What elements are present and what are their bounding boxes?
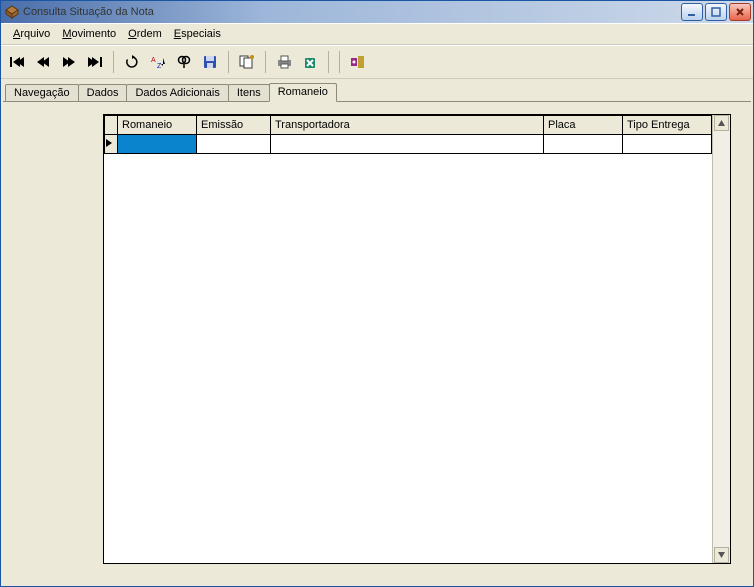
nav-first-button[interactable] [5, 50, 29, 74]
menubar: Arquivo Movimento Ordem Especiais [1, 23, 753, 45]
menu-especiais[interactable]: Especiais [168, 27, 227, 41]
cell-tipo-entrega[interactable] [623, 135, 712, 154]
scroll-up-icon[interactable] [714, 115, 729, 131]
menu-movimento-rest: ovimento [71, 28, 116, 40]
grid-row[interactable] [105, 135, 712, 154]
col-transportadora[interactable]: Transportadora [271, 116, 544, 135]
titlebar: Consulta Situação da Nota [1, 1, 753, 23]
col-placa[interactable]: Placa [544, 116, 623, 135]
nav-last-button[interactable] [83, 50, 107, 74]
toolbar: AZ [1, 45, 753, 79]
col-emissao[interactable]: Emissão [197, 116, 271, 135]
find-button[interactable] [172, 50, 196, 74]
toolbar-separator [113, 51, 114, 73]
close-button[interactable] [729, 3, 751, 21]
vertical-scrollbar[interactable] [712, 115, 730, 563]
menu-ordem[interactable]: Ordem [122, 27, 168, 41]
svg-text:Z: Z [157, 63, 162, 69]
cell-romaneio[interactable] [118, 135, 197, 154]
grid-header-row: Romaneio Emissão Transportadora Placa Ti… [105, 116, 712, 135]
menu-ordem-rest: rdem [137, 28, 162, 40]
grid-container: Romaneio Emissão Transportadora Placa Ti… [103, 114, 731, 564]
save-button[interactable] [198, 50, 222, 74]
tool-button[interactable] [346, 50, 370, 74]
tab-dados[interactable]: Dados [78, 84, 128, 102]
data-grid[interactable]: Romaneio Emissão Transportadora Placa Ti… [104, 115, 712, 154]
app-window: Consulta Situação da Nota Arquivo Movime… [0, 0, 754, 587]
cell-placa[interactable] [544, 135, 623, 154]
toolbar-separator [328, 51, 329, 73]
cell-transportadora[interactable] [271, 135, 544, 154]
row-indicator-header [105, 116, 118, 135]
menu-arquivo[interactable]: Arquivo [7, 27, 56, 41]
toolbar-separator [228, 51, 229, 73]
menu-especiais-rest: speciais [181, 28, 221, 40]
col-tipo-entrega[interactable]: Tipo Entrega [623, 116, 712, 135]
menu-movimento[interactable]: Movimento [56, 27, 122, 41]
cell-emissao[interactable] [197, 135, 271, 154]
tab-romaneio[interactable]: Romaneio [269, 83, 337, 102]
tab-dados-adicionais[interactable]: Dados Adicionais [126, 84, 228, 102]
scroll-down-icon[interactable] [714, 547, 729, 563]
refresh-button[interactable] [120, 50, 144, 74]
tabbar: Navegação Dados Dados Adicionais Itens R… [1, 79, 753, 101]
copy-button[interactable] [235, 50, 259, 74]
col-romaneio[interactable]: Romaneio [118, 116, 197, 135]
delete-button[interactable] [298, 50, 322, 74]
svg-text:A: A [151, 57, 156, 64]
sort-button[interactable]: AZ [146, 50, 170, 74]
window-title: Consulta Situação da Nota [23, 6, 681, 18]
app-icon [5, 5, 19, 19]
row-indicator[interactable] [105, 135, 118, 154]
nav-next-button[interactable] [57, 50, 81, 74]
tab-content: Romaneio Emissão Transportadora Placa Ti… [3, 101, 751, 584]
window-controls [681, 3, 751, 21]
nav-prev-button[interactable] [31, 50, 55, 74]
maximize-button[interactable] [705, 3, 727, 21]
toolbar-separator [265, 51, 266, 73]
tab-navegacao[interactable]: Navegação [5, 84, 79, 102]
print-button[interactable] [272, 50, 296, 74]
tab-itens[interactable]: Itens [228, 84, 270, 102]
toolbar-separator [339, 51, 340, 73]
minimize-button[interactable] [681, 3, 703, 21]
menu-arquivo-rest: rquivo [20, 28, 50, 40]
grid-main[interactable]: Romaneio Emissão Transportadora Placa Ti… [104, 115, 712, 563]
